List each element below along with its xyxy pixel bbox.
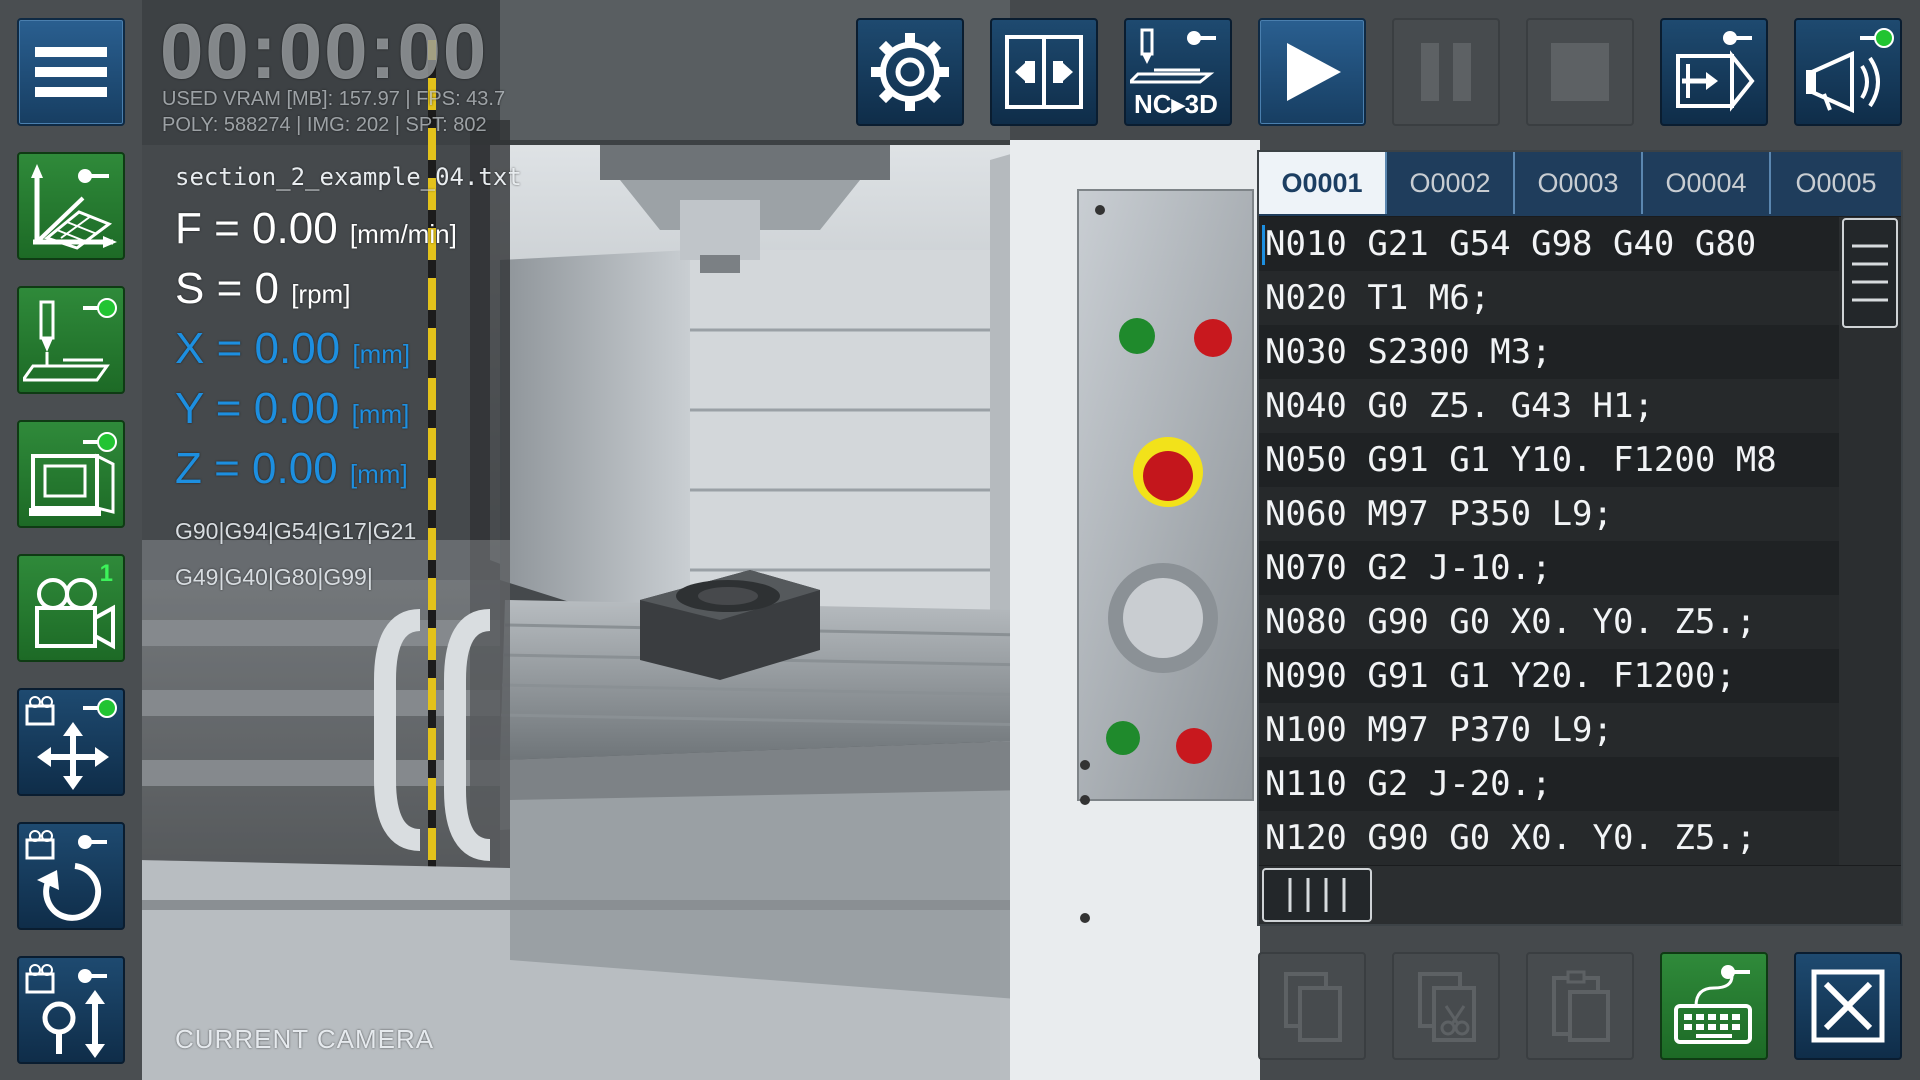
code-line[interactable]: N010 G21 G54 G98 G40 G80 xyxy=(1259,217,1839,271)
workpiece-coordinates-button[interactable] xyxy=(17,152,125,260)
nc-to-3d-button[interactable]: NC▸3D xyxy=(1124,18,1232,126)
machine-view-button[interactable] xyxy=(17,420,125,528)
keyboard-icon xyxy=(1674,965,1752,1044)
code-line[interactable]: N080 G90 G0 X0. Y0. Z5.; xyxy=(1259,595,1839,649)
x-axis-readout: X = 0.00 [mm] xyxy=(175,324,410,374)
paste-icon xyxy=(1552,970,1610,1042)
machine-icon xyxy=(29,432,117,516)
gear-icon xyxy=(871,33,949,111)
nc-code-area[interactable]: N010 G21 G54 G98 G40 G80 N020 T1 M6; N03… xyxy=(1259,217,1839,865)
stop-icon xyxy=(1551,43,1609,101)
megaphone-icon xyxy=(1806,28,1894,114)
cut-icon xyxy=(1418,972,1476,1042)
tab-o0001[interactable]: O0001 xyxy=(1259,152,1387,214)
code-line[interactable]: N120 G90 G0 X0. Y0. Z5.; xyxy=(1259,811,1839,865)
stop-button[interactable] xyxy=(1526,18,1634,126)
run-timer: 00:00:00 xyxy=(160,7,489,95)
camera-pan-button[interactable] xyxy=(17,688,125,796)
spindle-speed-readout: S = 0 [rpm] xyxy=(175,264,350,314)
code-line[interactable]: N020 T1 M6; xyxy=(1259,271,1839,325)
camera-number: 1 xyxy=(99,560,113,587)
render-stats-line1: USED VRAM [MB]: 157.97 | FPS: 43.7 xyxy=(162,88,506,110)
code-line[interactable]: N110 G2 J-20.; xyxy=(1259,757,1839,811)
menu-button[interactable] xyxy=(17,18,125,126)
tab-o0002[interactable]: O0002 xyxy=(1387,152,1515,214)
vertical-scrollbar-thumb[interactable] xyxy=(1842,218,1898,328)
play-button[interactable] xyxy=(1258,18,1366,126)
close-icon xyxy=(1811,969,1885,1043)
move-arrows-icon xyxy=(25,696,117,790)
camera-rotate-button[interactable] xyxy=(17,822,125,930)
y-axis-unit: [mm] xyxy=(351,399,410,429)
x-axis-unit: [mm] xyxy=(352,339,411,369)
y-axis-readout: Y = 0.00 [mm] xyxy=(175,384,409,434)
keyboard-button[interactable] xyxy=(1660,952,1768,1060)
code-line[interactable]: N040 G0 Z5. G43 H1; xyxy=(1259,379,1839,433)
code-line[interactable]: N090 G91 G1 Y20. F1200; xyxy=(1259,649,1839,703)
horizontal-scrollbar-thumb[interactable] xyxy=(1262,868,1372,922)
x-axis-value: X = 0.00 xyxy=(175,324,341,373)
text-cursor xyxy=(1262,225,1265,265)
grip-lines-icon xyxy=(1852,244,1888,302)
copy-button[interactable] xyxy=(1258,952,1366,1060)
close-editor-button[interactable] xyxy=(1794,952,1902,1060)
tab-o0005[interactable]: O0005 xyxy=(1771,152,1901,214)
hamburger-icon xyxy=(35,47,107,97)
grip-lines-icon xyxy=(1288,878,1346,912)
render-stats-line2: POLY: 588274 | IMG: 202 | SPT: 802 xyxy=(162,114,487,136)
feed-rate-unit: [mm/min] xyxy=(349,219,457,249)
nc-3d-label: NC▸3D xyxy=(1134,89,1218,119)
paste-button[interactable] xyxy=(1526,952,1634,1060)
single-block-button[interactable] xyxy=(1660,18,1768,126)
cut-button[interactable] xyxy=(1392,952,1500,1060)
program-filename: section_2_example_04.txt xyxy=(175,163,522,191)
tool-offset-icon xyxy=(23,298,117,382)
tab-o0003[interactable]: O0003 xyxy=(1515,152,1643,214)
spindle-speed-value: S = 0 xyxy=(175,264,279,313)
y-axis-value: Y = 0.00 xyxy=(175,384,340,433)
machine-viewport[interactable]: 1 00:00:00 USED VRAM [MB]: 157.97 | FPS:… xyxy=(0,0,1920,1080)
feed-rate-readout: F = 0.00 [mm/min] xyxy=(175,204,457,254)
copy-icon xyxy=(1284,972,1342,1042)
feed-rate-value: F = 0.00 xyxy=(175,204,338,253)
rotate-icon xyxy=(25,830,107,921)
zoom-icon xyxy=(25,964,107,1058)
split-view-button[interactable] xyxy=(990,18,1098,126)
z-axis-value: Z = 0.00 xyxy=(175,444,338,493)
single-block-icon xyxy=(1676,31,1755,112)
active-gcodes-line2: G49|G40|G80|G99| xyxy=(175,564,373,590)
camera-zoom-button[interactable] xyxy=(17,956,125,1064)
sound-button[interactable] xyxy=(1794,18,1902,126)
code-line[interactable]: N030 S2300 M3; xyxy=(1259,325,1839,379)
code-line[interactable]: N050 G91 G1 Y10. F1200 M8 xyxy=(1259,433,1839,487)
current-camera-label: CURRENT CAMERA xyxy=(175,1024,435,1054)
play-icon xyxy=(1287,43,1341,101)
camera-select-button[interactable]: 1 xyxy=(17,554,125,662)
spindle-speed-unit: [rpm] xyxy=(291,279,351,309)
settings-button[interactable] xyxy=(856,18,964,126)
code-line[interactable]: N100 M97 P370 L9; xyxy=(1259,703,1839,757)
pause-button[interactable] xyxy=(1392,18,1500,126)
split-view-icon xyxy=(1005,35,1083,109)
tool-offset-button[interactable] xyxy=(17,286,125,394)
code-line[interactable]: N060 M97 P350 L9; xyxy=(1259,487,1839,541)
pause-icon xyxy=(1421,43,1471,101)
code-line[interactable]: N070 G2 J-10.; xyxy=(1259,541,1839,595)
coordinate-grid-icon xyxy=(31,164,117,250)
tab-o0004[interactable]: O0004 xyxy=(1643,152,1771,214)
z-axis-unit: [mm] xyxy=(349,459,408,489)
active-gcodes-line1: G90|G94|G54|G17|G21 xyxy=(175,518,417,544)
z-axis-readout: Z = 0.00 [mm] xyxy=(175,444,408,494)
